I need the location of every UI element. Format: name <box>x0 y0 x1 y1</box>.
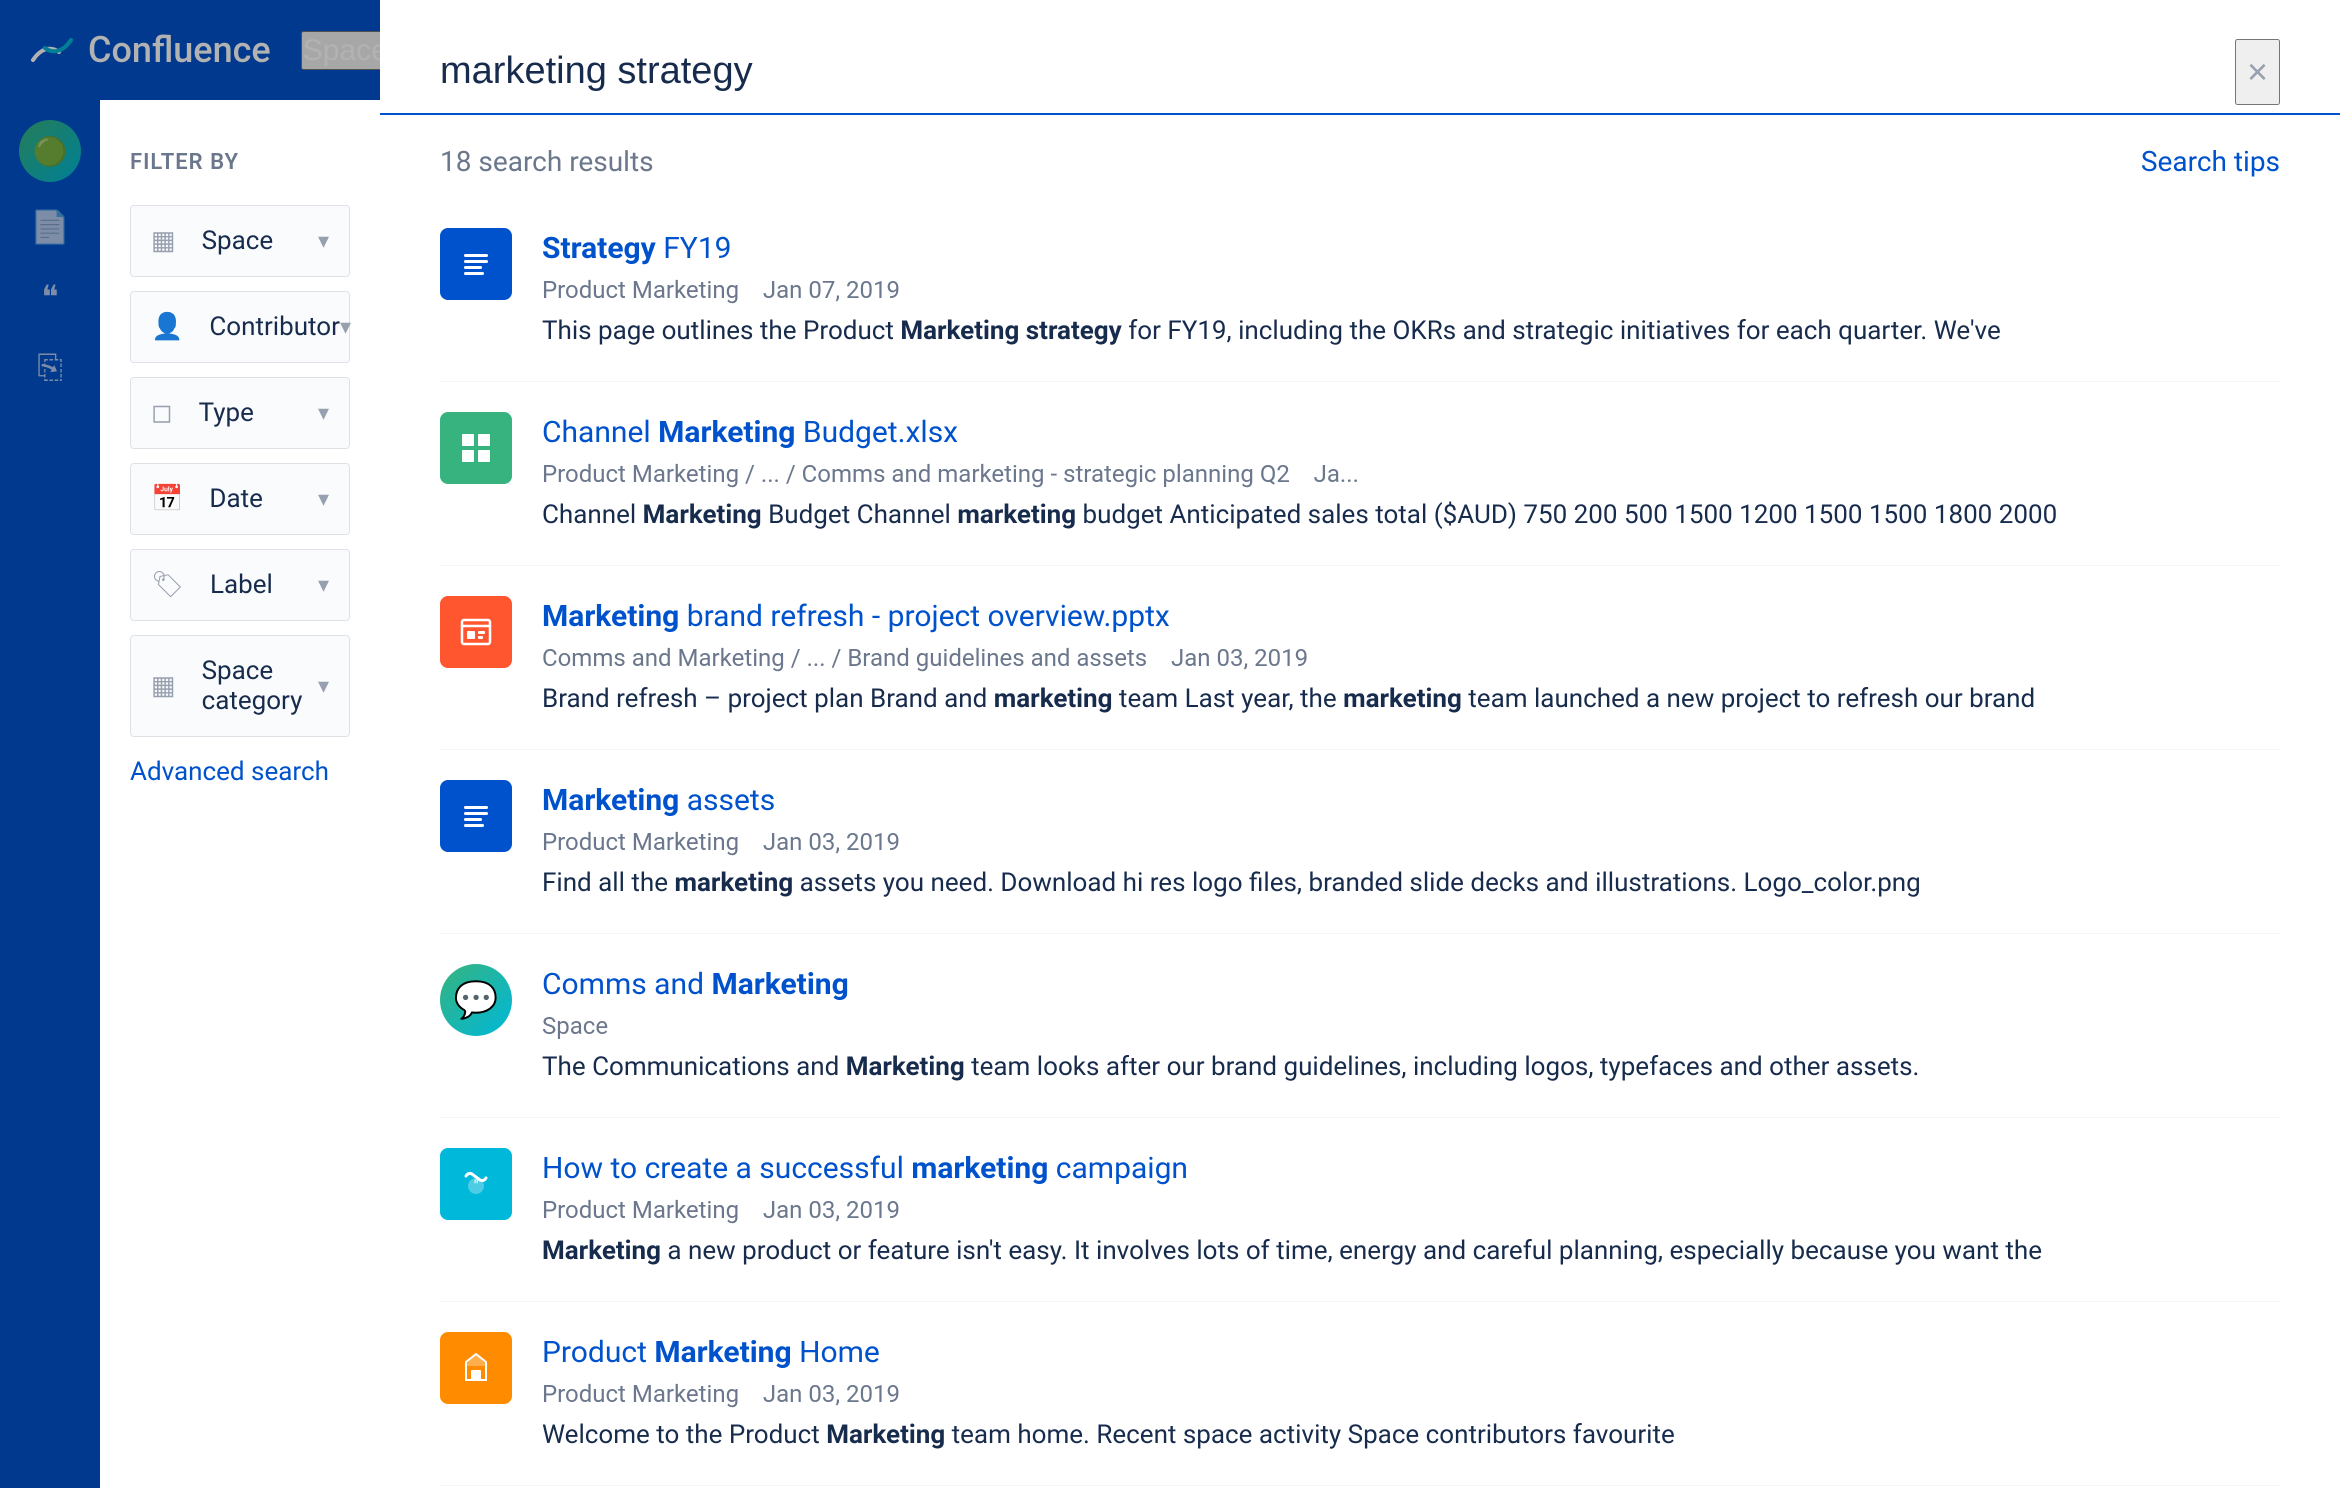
result-content-1: Strategy FY19 Product Marketing Jan 07, … <box>542 228 2280 351</box>
svg-text:": " <box>473 1176 478 1195</box>
filter-type[interactable]: ◻ Type ▾ <box>130 377 350 449</box>
result-icon-7 <box>440 1332 512 1404</box>
result-content-3: Marketing brand refresh - project overvi… <box>542 596 2280 719</box>
result-content-5: Comms and Marketing Space The Communicat… <box>542 964 2280 1087</box>
space-filter-icon: ▦ <box>151 226 176 256</box>
filter-label[interactable]: 🏷 Label ▾ <box>130 549 350 621</box>
result-meta-5: Space <box>542 1012 2280 1040</box>
result-title-6: How to create a successful marketing cam… <box>542 1148 2280 1190</box>
search-modal: × 18 search results Search tips Strategy… <box>380 0 2340 1488</box>
result-meta-4: Product Marketing Jan 03, 2019 <box>542 828 2280 856</box>
filter-type-label: Type <box>199 398 254 428</box>
label-filter-icon: 🏷 <box>151 570 184 600</box>
filter-space-category-label: Space category <box>202 656 318 716</box>
result-content-7: Product Marketing Home Product Marketing… <box>542 1332 2280 1455</box>
chevron-down-icon-5: ▾ <box>318 573 329 598</box>
advanced-search-link[interactable]: Advanced search <box>130 757 350 787</box>
result-meta-2: Product Marketing / ... / Comms and mark… <box>542 460 2280 488</box>
date-filter-icon: 📅 <box>151 484 183 514</box>
result-item[interactable]: Marketing assets Product Marketing Jan 0… <box>440 750 2280 934</box>
contributor-filter-icon: 👤 <box>151 312 183 342</box>
result-icon-2 <box>440 412 512 484</box>
result-title-7: Product Marketing Home <box>542 1332 2280 1374</box>
chevron-down-icon-3: ▾ <box>318 401 329 426</box>
result-icon-6: " <box>440 1148 512 1220</box>
space-category-filter-icon: ▦ <box>151 671 176 701</box>
result-item[interactable]: " How to create a successful marketing c… <box>440 1118 2280 1302</box>
search-input-wrapper <box>440 30 2215 113</box>
result-item[interactable]: Marketing brand refresh - project overvi… <box>440 566 2280 750</box>
result-content-4: Marketing assets Product Marketing Jan 0… <box>542 780 2280 903</box>
filter-title: FILTER BY <box>130 150 350 175</box>
type-filter-icon: ◻ <box>151 398 173 428</box>
result-title-4: Marketing assets <box>542 780 2280 822</box>
search-tips-link[interactable]: Search tips <box>2141 145 2280 178</box>
result-meta-3: Comms and Marketing / ... / Brand guidel… <box>542 644 2280 672</box>
filter-sidebar: FILTER BY ▦ Space ▾ 👤 Contributor ▾ ◻ Ty… <box>100 100 380 1488</box>
result-content-2: Channel Marketing Budget.xlsx Product Ma… <box>542 412 2280 535</box>
result-icon-5: 💬 <box>440 964 512 1036</box>
result-title-1: Strategy FY19 <box>542 228 2280 270</box>
result-snippet-7: Welcome to the Product Marketing team ho… <box>542 1416 2280 1455</box>
result-snippet-3: Brand refresh – project plan Brand and m… <box>542 680 2280 719</box>
search-results-area[interactable]: 18 search results Search tips Strategy F… <box>380 115 2340 1488</box>
result-snippet-5: The Communications and Marketing team lo… <box>542 1048 2280 1087</box>
chevron-down-icon-4: ▾ <box>318 487 329 512</box>
result-item[interactable]: 💬 Comms and Marketing Space The Communic… <box>440 934 2280 1118</box>
search-header: × <box>380 0 2340 115</box>
filter-date[interactable]: 📅 Date ▾ <box>130 463 350 535</box>
result-snippet-6: Marketing a new product or feature isn't… <box>542 1232 2280 1271</box>
search-input[interactable] <box>440 30 2215 113</box>
result-snippet-1: This page outlines the Product Marketing… <box>542 312 2280 351</box>
result-snippet-4: Find all the marketing assets you need. … <box>542 864 2280 903</box>
filter-label-label: Label <box>210 570 273 600</box>
result-item[interactable]: Channel Marketing Budget.xlsx Product Ma… <box>440 382 2280 566</box>
result-title-3: Marketing brand refresh - project overvi… <box>542 596 2280 638</box>
filter-contributor[interactable]: 👤 Contributor ▾ <box>130 291 350 363</box>
result-meta-6: Product Marketing Jan 03, 2019 <box>542 1196 2280 1224</box>
search-clear-button[interactable]: × <box>2235 39 2280 105</box>
filter-space-label: Space <box>202 226 274 256</box>
result-title-2: Channel Marketing Budget.xlsx <box>542 412 2280 454</box>
filter-space[interactable]: ▦ Space ▾ <box>130 205 350 277</box>
result-meta-7: Product Marketing Jan 03, 2019 <box>542 1380 2280 1408</box>
chevron-down-icon-2: ▾ <box>340 315 351 340</box>
result-item[interactable]: Product Marketing Home Product Marketing… <box>440 1302 2280 1486</box>
result-icon-3 <box>440 596 512 668</box>
result-icon-4 <box>440 780 512 852</box>
result-title-5: Comms and Marketing <box>542 964 2280 1006</box>
filter-date-label: Date <box>209 484 263 514</box>
filter-space-category[interactable]: ▦ Space category ▾ <box>130 635 350 737</box>
filter-contributor-label: Contributor <box>209 312 340 342</box>
chevron-down-icon: ▾ <box>318 229 329 254</box>
result-icon-1 <box>440 228 512 300</box>
result-item[interactable]: Strategy FY19 Product Marketing Jan 07, … <box>440 198 2280 382</box>
result-meta-1: Product Marketing Jan 07, 2019 <box>542 276 2280 304</box>
chevron-down-icon-6: ▾ <box>318 674 329 699</box>
result-content-6: How to create a successful marketing cam… <box>542 1148 2280 1271</box>
search-meta-row: 18 search results Search tips <box>440 115 2280 198</box>
result-snippet-2: Channel Marketing Budget Channel marketi… <box>542 496 2280 535</box>
search-count: 18 search results <box>440 145 654 178</box>
